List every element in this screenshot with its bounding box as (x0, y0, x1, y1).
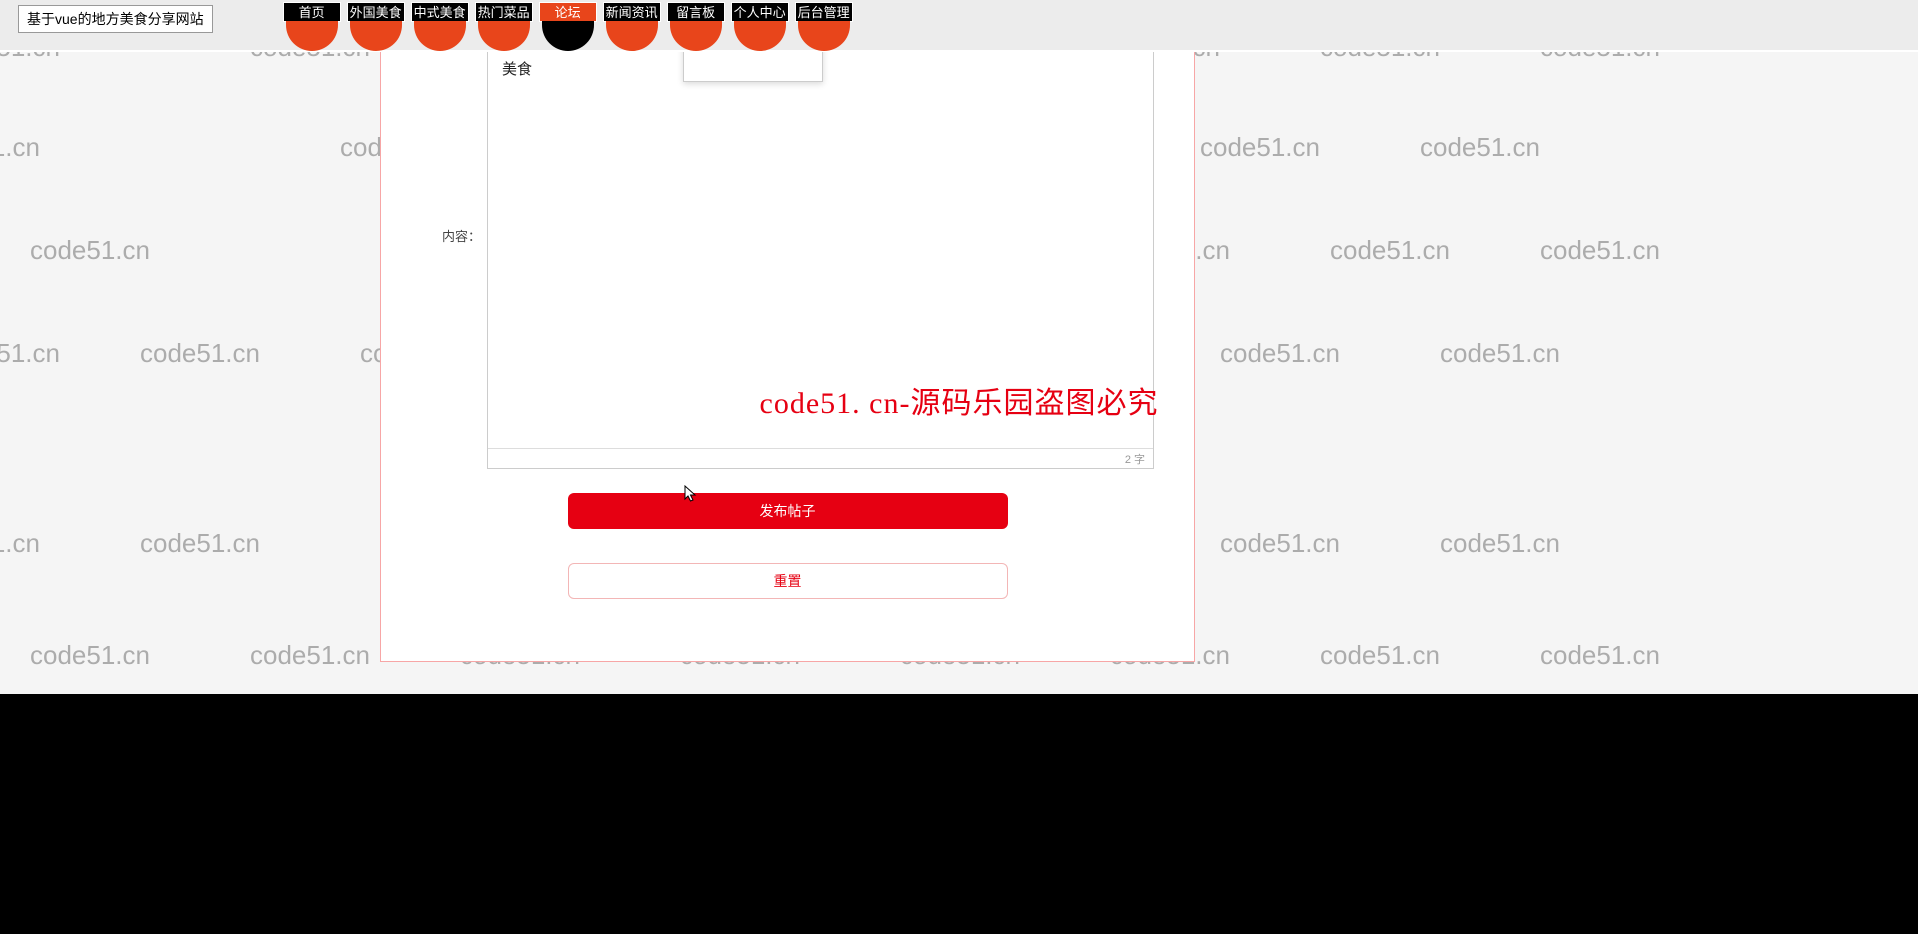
submit-button[interactable]: 发布帖子 (568, 493, 1008, 529)
post-form-panel: 内容： A▼ A▼ B I ✦ ▾ (380, 0, 1195, 662)
nav-home[interactable]: 首页 (283, 2, 341, 22)
nav-news[interactable]: 新闻资讯 (603, 2, 661, 22)
nav-foreign-food[interactable]: 外国美食 (347, 2, 405, 22)
nav-profile[interactable]: 个人中心 (731, 2, 789, 22)
char-count: 2 字 (1125, 451, 1145, 467)
top-bar: 基于vue的地方美食分享网站 首页 外国美食 中式美食 热门菜品 论坛 新闻资讯… (0, 0, 1918, 50)
rich-editor: A▼ A▼ B I ✦ ▾ ··· (487, 11, 1154, 469)
editor-content[interactable]: 美食 (488, 40, 1153, 448)
nav-guestbook[interactable]: 留言板 (667, 2, 725, 22)
footer-black (0, 694, 1918, 934)
nav-admin[interactable]: 后台管理 (795, 2, 853, 22)
nav-forum[interactable]: 论坛 (539, 2, 597, 22)
site-title: 基于vue的地方美食分享网站 (18, 5, 213, 33)
nav-chinese-food[interactable]: 中式美食 (411, 2, 469, 22)
nav-hot-dishes[interactable]: 热门菜品 (475, 2, 533, 22)
reset-button[interactable]: 重置 (568, 563, 1008, 599)
main-nav: 首页 外国美食 中式美食 热门菜品 论坛 新闻资讯 留言板 个人中心 后台管理 (283, 2, 853, 22)
editor-footer: 2 字 (488, 448, 1153, 468)
